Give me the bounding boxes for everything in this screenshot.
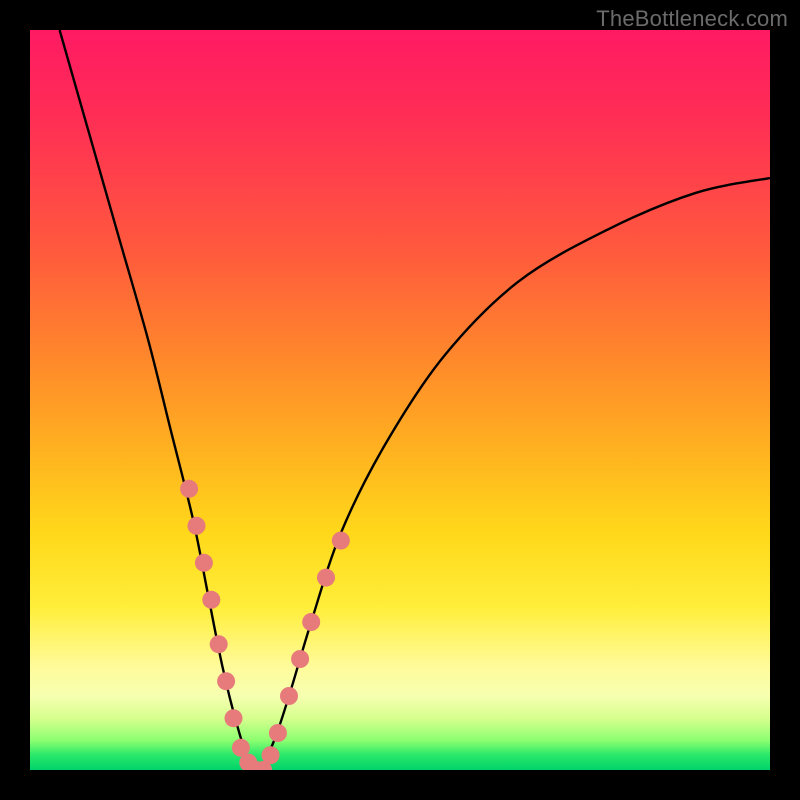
- chart-frame: TheBottleneck.com: [0, 0, 800, 800]
- watermark-text: TheBottleneck.com: [596, 6, 788, 32]
- curve-marker: [332, 532, 350, 550]
- bottleneck-curve: [60, 30, 770, 770]
- curve-marker: [269, 724, 287, 742]
- curve-markers: [180, 480, 350, 770]
- curve-marker: [302, 613, 320, 631]
- curve-marker: [188, 517, 206, 535]
- curve-layer: [30, 30, 770, 770]
- curve-marker: [262, 746, 280, 764]
- curve-marker: [180, 480, 198, 498]
- plot-area: [30, 30, 770, 770]
- curve-marker: [317, 569, 335, 587]
- curve-marker: [195, 554, 213, 572]
- curve-marker: [217, 672, 235, 690]
- curve-marker: [210, 635, 228, 653]
- curve-marker: [202, 591, 220, 609]
- curve-marker: [280, 687, 298, 705]
- curve-marker: [225, 709, 243, 727]
- curve-marker: [291, 650, 309, 668]
